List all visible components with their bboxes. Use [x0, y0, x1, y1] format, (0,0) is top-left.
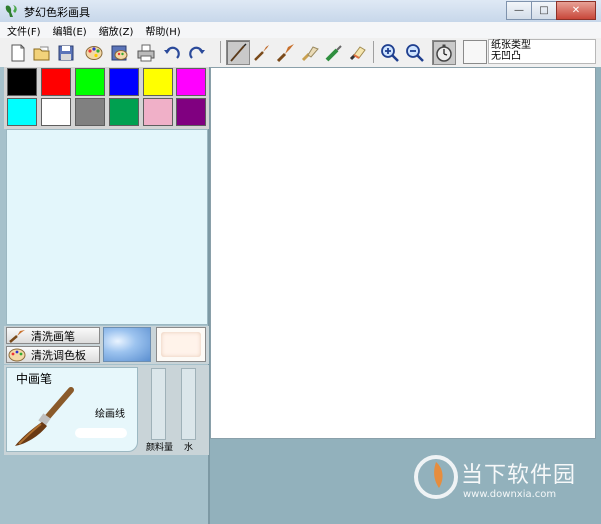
zoom-in-button[interactable] — [378, 40, 402, 65]
color-swatch[interactable] — [143, 68, 173, 96]
title-bar: 梦幻色彩画具 — □ ✕ — [0, 0, 601, 23]
color-swatch[interactable] — [75, 68, 105, 96]
water-amount-meter[interactable] — [181, 368, 196, 440]
clean-brush-label: 清洗画笔 — [31, 329, 75, 343]
brush-preview-card[interactable]: 中画笔 绘画线 — [6, 367, 138, 452]
zoom-out-icon — [406, 43, 424, 62]
color-swatch[interactable] — [7, 98, 37, 126]
toolbar: 纸张类型 无凹凸 — [0, 38, 601, 68]
menu-file[interactable]: 文件(F) — [0, 22, 46, 38]
toolbar-separator — [373, 41, 374, 63]
paper-type-display[interactable]: 纸张类型 无凹凸 — [488, 39, 596, 64]
paper-sample[interactable] — [156, 327, 206, 362]
watermark: 当下软件园 www.downxia.com — [413, 452, 601, 508]
menu-zoom[interactable]: 缩放(Z) — [92, 22, 139, 38]
timer-icon — [436, 44, 452, 62]
watermark-logo-icon — [414, 455, 458, 499]
redo-button[interactable] — [185, 40, 209, 65]
palette-icon — [8, 348, 26, 361]
clean-palette-button[interactable]: 清洗调色板 — [6, 346, 100, 363]
maximize-button[interactable]: □ — [531, 1, 557, 20]
undo-button[interactable] — [160, 40, 184, 65]
zoom-in-icon — [381, 43, 399, 62]
color-swatch[interactable] — [41, 98, 71, 126]
window-title: 梦幻色彩画具 — [24, 6, 90, 19]
eraser-button[interactable] — [346, 40, 370, 65]
pencil-brush-icon — [230, 43, 247, 62]
undo-icon — [164, 46, 180, 59]
menu-edit[interactable]: 编辑(E) — [46, 22, 92, 38]
palette-button[interactable] — [82, 40, 106, 65]
save-palette-button[interactable] — [107, 40, 131, 65]
color-swatch[interactable] — [176, 68, 206, 96]
color-swatch[interactable] — [109, 98, 139, 126]
clean-brush-button[interactable]: 清洗画笔 — [6, 327, 100, 344]
save-palette-icon — [111, 45, 128, 60]
pencil-brush-button[interactable] — [226, 40, 250, 65]
clean-palette-label: 清洗调色板 — [31, 348, 86, 362]
watermark-url: www.downxia.com — [463, 489, 557, 500]
color-swatch[interactable] — [143, 98, 173, 126]
marker-button[interactable] — [322, 40, 346, 65]
color-swatch[interactable] — [41, 68, 71, 96]
menu-help[interactable]: 帮助(H) — [138, 22, 185, 38]
save-icon — [58, 45, 74, 60]
medium-brush-button[interactable] — [274, 40, 298, 65]
water-sample[interactable] — [103, 327, 151, 362]
color-swatch[interactable] — [176, 98, 206, 126]
paper-type-label: 纸张类型 — [491, 40, 531, 51]
menu-bar: 文件(F) 编辑(E) 缩放(Z) 帮助(H) — [0, 22, 601, 39]
brush-icon — [9, 329, 25, 343]
app-logo-icon — [5, 5, 17, 17]
brush-icon — [15, 387, 74, 446]
left-panel: 清洗画笔 清洗调色板 中画笔 绘画线 颜料量 水 — [0, 67, 210, 524]
color-swatch[interactable] — [75, 98, 105, 126]
water-amount-label: 水 — [184, 443, 194, 453]
brush-panel: 中画笔 绘画线 颜料量 水 — [4, 365, 209, 455]
marker-icon — [325, 44, 342, 61]
drawing-canvas[interactable] — [210, 67, 596, 439]
close-button[interactable]: ✕ — [556, 1, 596, 20]
print-button[interactable] — [134, 40, 158, 65]
small-brush-icon — [254, 44, 269, 61]
eraser-icon — [349, 45, 366, 60]
stroke-preview — [75, 428, 127, 438]
redo-icon — [189, 46, 205, 59]
paper-texture-swatch[interactable] — [463, 40, 487, 64]
minimize-button[interactable]: — — [506, 1, 532, 20]
mixing-area[interactable] — [6, 129, 208, 325]
palette-icon — [85, 45, 103, 60]
toolbar-separator — [220, 41, 221, 63]
zoom-out-button[interactable] — [403, 40, 427, 65]
color-swatch[interactable] — [109, 68, 139, 96]
new-button[interactable] — [6, 40, 30, 65]
color-swatch[interactable] — [7, 68, 37, 96]
brush-size-label: 中画笔 — [16, 372, 53, 386]
color-palette — [4, 67, 209, 129]
medium-brush-icon — [276, 43, 294, 62]
timer-button[interactable] — [432, 40, 456, 65]
save-button[interactable] — [54, 40, 78, 65]
print-icon — [137, 44, 155, 61]
paint-amount-label: 颜料量 — [146, 443, 174, 453]
flat-brush-icon — [301, 45, 319, 61]
new-icon — [11, 44, 25, 61]
paint-amount-meter[interactable] — [151, 368, 166, 440]
watermark-name: 当下软件园 — [461, 463, 577, 488]
open-button[interactable] — [30, 40, 54, 65]
palette-actions: 清洗画笔 清洗调色板 — [4, 326, 209, 364]
paper-type-value: 无凹凸 — [491, 51, 521, 62]
small-brush-button[interactable] — [250, 40, 274, 65]
flat-brush-button[interactable] — [298, 40, 322, 65]
open-icon — [33, 46, 50, 60]
brush-type-label: 绘画线 — [95, 409, 125, 420]
